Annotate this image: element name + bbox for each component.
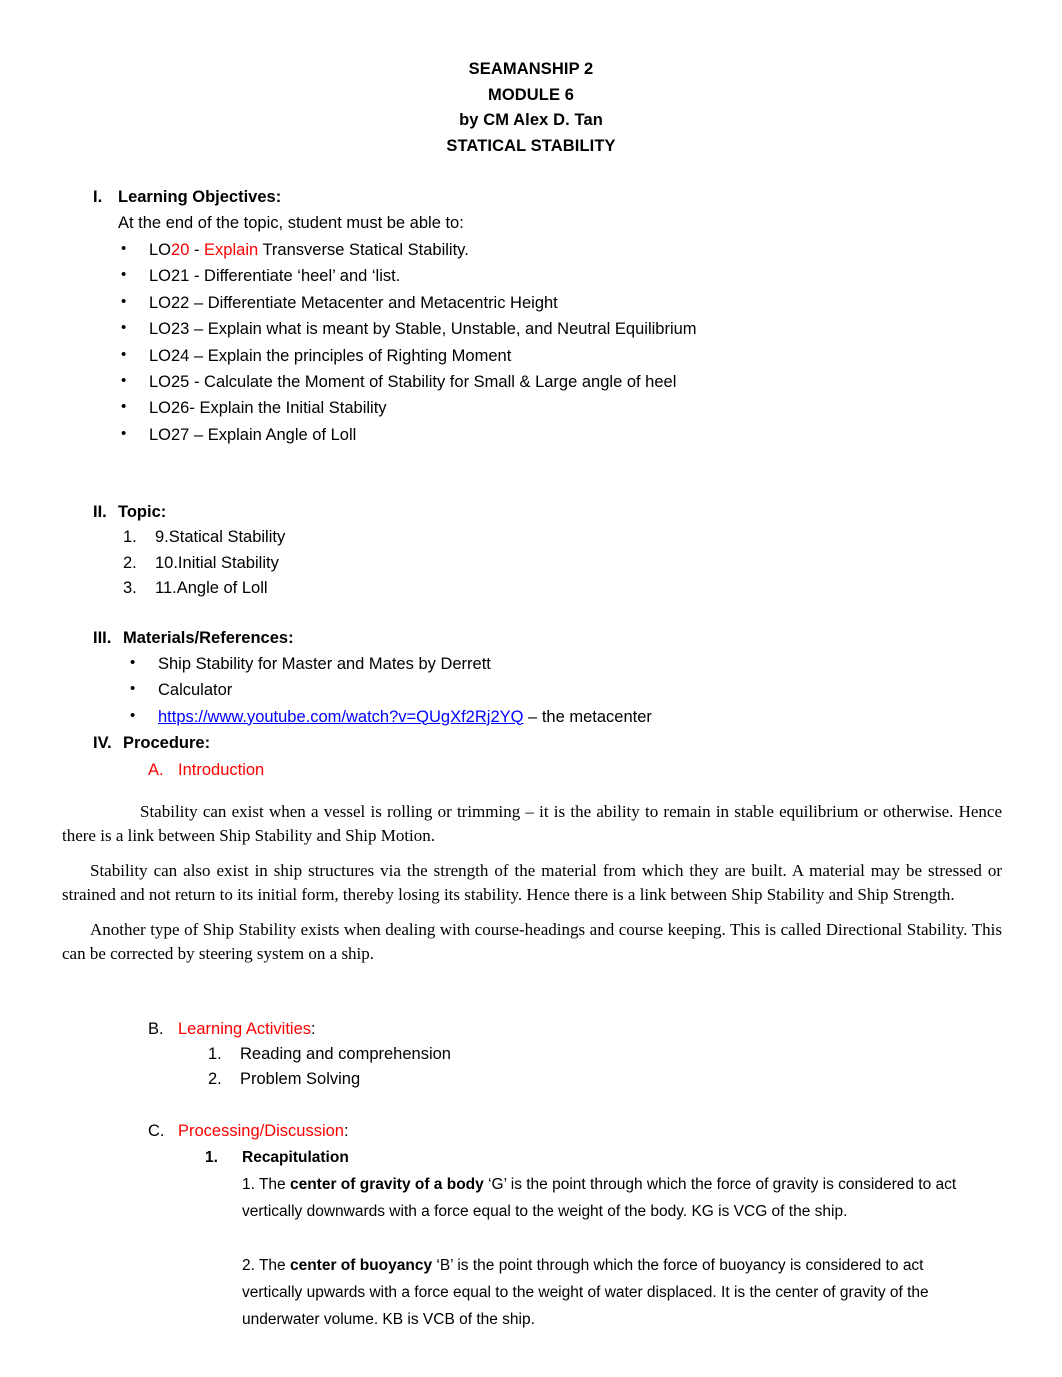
list-item: https://www.youtube.com/watch?v=QUgXf2Rj… (93, 703, 1062, 730)
learning-activities-list: 1. Reading and comprehension 2. Problem So… (178, 1042, 1062, 1093)
subsection-a-letter: A. (148, 760, 164, 779)
recapitulation-heading: 1. Recapitulation (205, 1146, 1062, 1170)
topic-number: 3. (123, 579, 137, 598)
youtube-link[interactable]: https://www.youtube.com/watch?v=QUgXf2Rj… (158, 708, 523, 726)
topic-number: 2. (123, 553, 137, 572)
lo20-rest: Transverse Statical Stability. (258, 241, 469, 259)
list-item: 1. 9.Statical Stability (93, 525, 1062, 551)
subsection-a-introduction: A. Introduction (148, 757, 1062, 783)
title-line-1: SEAMANSHIP 2 (468, 60, 594, 78)
list-item: Ship Stability for Master and Mates by D… (93, 650, 1062, 677)
list-item: LO20 - Explain Transverse Statical Stabi… (93, 236, 1062, 263)
materials-list: Ship Stability for Master and Mates by D… (93, 650, 1062, 730)
topic-label: 11.Angle of Loll (155, 579, 268, 598)
recap-2-bold-term: center of buoyancy (289, 1256, 433, 1274)
topic-number: 1. (123, 528, 137, 547)
recap-1-bold-term: center of gravity of a body (289, 1175, 484, 1193)
subsection-b-learning-activities: B. Learning Activities: (148, 1016, 1062, 1042)
document-title-block: SEAMANSHIP 2 MODULE 6 by CM Alex D. Tan … (0, 0, 1062, 159)
title-line-2: MODULE 6 (487, 85, 575, 104)
recap-paragraph-1: 1. The center of gravity of a body ‘G’ i… (242, 1171, 977, 1225)
subsection-b-colon: : (311, 1019, 316, 1038)
section-4-numeral: IV. (93, 733, 112, 752)
learning-objectives-list: LO20 - Explain Transverse Statical Stabi… (93, 236, 1062, 448)
list-item: LO25 - Calculate the Moment of Stability… (93, 368, 1062, 395)
recapitulation-title: Recapitulation (242, 1148, 349, 1166)
list-item: Calculator (93, 676, 1062, 703)
lo20-number: 20 (171, 241, 190, 259)
document-page: SEAMANSHIP 2 MODULE 6 by CM Alex D. Tan … (0, 0, 1062, 1377)
list-item: LO27 – Explain Angle of Loll (93, 421, 1062, 448)
recapitulation-number: 1. (205, 1148, 218, 1166)
recap-2-lead: 2. The (242, 1256, 290, 1274)
intro-paragraph-2: Stability can also exist in ship structu… (62, 860, 1002, 904)
section-4-heading: IV. Procedure: (93, 730, 1062, 756)
activity-label: Problem Solving (240, 1070, 361, 1089)
youtube-link-suffix: – the metacenter (523, 707, 652, 726)
list-item: LO26- Explain the Initial Stability (93, 394, 1062, 421)
topic-label: 9.Statical Stability (155, 528, 286, 547)
subsection-c-label: Processing/Discussion (178, 1121, 344, 1140)
title-line-4: STATICAL STABILITY (446, 136, 616, 155)
lo20-verb: Explain (204, 241, 259, 259)
activity-label: Reading and comprehension (240, 1044, 451, 1063)
intro-paragraph-3: Another type of Ship Stability exists wh… (62, 919, 1002, 963)
section-learning-objectives: I. Learning Objectives: At the end of the… (93, 184, 1062, 448)
subsection-b-letter: B. (148, 1019, 164, 1038)
list-item: 2. 10.Initial Stability (93, 551, 1062, 577)
section-2-title: Topic: (118, 503, 167, 522)
list-item: LO22 – Differentiate Metacenter and Meta… (93, 289, 1062, 316)
subsection-c-processing-discussion: C. Processing/Discussion: (148, 1118, 1062, 1144)
section-2-numeral: II. (93, 503, 107, 522)
section-procedure: IV. Procedure: (93, 730, 1062, 756)
section-1-lead-in: At the end of the topic, student must be… (118, 214, 464, 232)
lo20-prefix: LO (149, 241, 172, 259)
subsection-b-label: Learning Activities (178, 1019, 311, 1038)
subsection-c-colon: : (343, 1121, 349, 1140)
section-topic: II. Topic: 1. 9.Statical Stability 2. 10.In… (93, 499, 1062, 602)
list-item: 1. Reading and comprehension (178, 1042, 1062, 1068)
section-2-heading: II. Topic: (93, 499, 1062, 525)
recap-1-lead: 1. The (242, 1175, 290, 1193)
lo20-dash: - (189, 241, 205, 259)
subsection-a-label: Introduction (178, 760, 265, 779)
subsection-c-letter: C. (148, 1121, 165, 1140)
list-item: 2. Problem Solving (178, 1067, 1062, 1093)
section-3-numeral: III. (93, 628, 112, 647)
topic-label: 10.Initial Stability (155, 553, 279, 572)
list-item: LO24 – Explain the principles of Rightin… (93, 342, 1062, 369)
title-line-3: by CM Alex D. Tan (459, 111, 603, 129)
recap-paragraph-2: 2. The center of buoyancy ‘B’ is the poi… (242, 1252, 977, 1333)
section-1-numeral: I. (93, 188, 103, 206)
section-3-heading: III. Materials/References: (93, 625, 1062, 651)
list-item: LO21 - Differentiate ‘heel’ and ‘list. (93, 262, 1062, 289)
section-3-title: Materials/References: (123, 628, 294, 647)
activity-number: 1. (208, 1044, 222, 1063)
list-item: LO23 – Explain what is meant by Stable, … (93, 315, 1062, 342)
section-materials-references: III. Materials/References: Ship Stability… (93, 625, 1062, 730)
intro-paragraph-1: Stability can exist when a vessel is rol… (62, 801, 1002, 845)
list-item: 3. 11.Angle of Loll (93, 576, 1062, 602)
activity-number: 2. (208, 1070, 222, 1089)
topic-list: 1. 9.Statical Stability 2. 10.Initial Stab… (93, 525, 1062, 602)
section-1-title: Learning Objectives: (118, 188, 282, 206)
section-4-title: Procedure: (123, 733, 211, 752)
section-1-heading: I. Learning Objectives: (93, 184, 1062, 210)
